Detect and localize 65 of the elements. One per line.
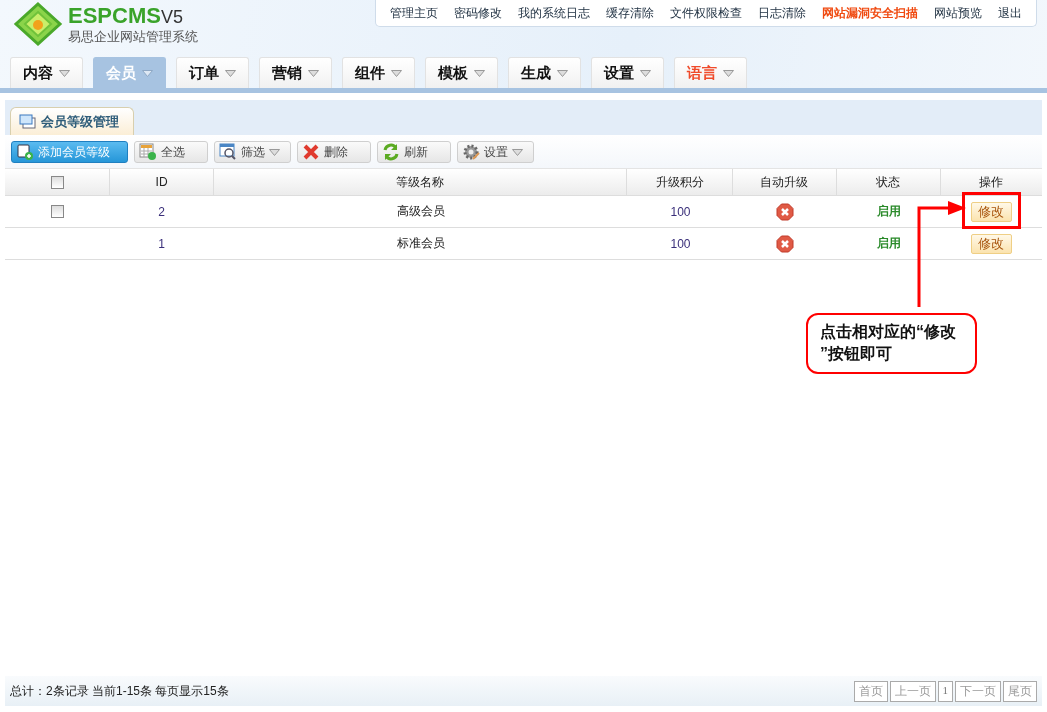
nav-tab[interactable]: 生成: [508, 57, 581, 88]
toolbar-button[interactable]: 筛选: [214, 141, 291, 163]
logo-subtitle: 易思企业网站管理系统: [68, 28, 198, 45]
top-link[interactable]: 缓存清除: [598, 4, 662, 22]
column-header: 状态: [876, 173, 901, 191]
magnifier-window-icon: [219, 143, 237, 161]
refresh-icon: [382, 143, 400, 161]
column-header: 等级名称: [396, 173, 445, 191]
checkbox[interactable]: [51, 205, 64, 218]
caret-icon: [640, 69, 651, 77]
toolbar-button[interactable]: 删除: [297, 141, 371, 163]
caret-icon: [142, 69, 153, 77]
edit-button[interactable]: 修改: [970, 233, 1012, 254]
logo-brand: ESPCMS: [68, 3, 161, 28]
logo-version: V5: [160, 5, 183, 29]
table-cell: 1: [158, 236, 165, 251]
top-link[interactable]: 文件权限检查: [662, 4, 750, 22]
nav-tab[interactable]: 内容: [10, 57, 83, 88]
top-link[interactable]: 管理主页: [382, 4, 446, 22]
nav-tab[interactable]: 营销: [259, 57, 332, 88]
toolbar-button[interactable]: 全选: [134, 141, 208, 163]
callout-note: 点击相对应的“修改”按钮即可: [806, 313, 977, 374]
top-link[interactable]: 退出: [990, 4, 1030, 22]
caret-icon: [308, 69, 319, 77]
caret-icon: [269, 148, 280, 156]
caret-icon: [474, 69, 485, 77]
status-text: 启用: [876, 235, 901, 252]
cross-icon: [302, 143, 320, 161]
status-text: 启用: [876, 203, 901, 220]
toolbar-button[interactable]: 设置: [457, 141, 534, 163]
table-cell: 标准会员: [396, 235, 445, 252]
nav-tab[interactable]: 模板: [425, 57, 498, 88]
table-cell: 100: [670, 204, 691, 219]
highlight-rectangle: [962, 192, 1021, 229]
nav-tab[interactable]: 设置: [591, 57, 664, 88]
caret-icon: [59, 69, 70, 77]
toolbar-button[interactable]: 刷新: [377, 141, 451, 163]
nav-tab[interactable]: 组件: [342, 57, 415, 88]
caret-icon: [391, 69, 402, 77]
nav-tab[interactable]: 订单: [176, 57, 249, 88]
page-number[interactable]: 1: [937, 680, 953, 702]
grid-add-icon: [139, 143, 157, 161]
top-link[interactable]: 我的系统日志: [510, 4, 598, 22]
caret-icon: [225, 69, 236, 77]
table-cell: 高级会员: [396, 203, 445, 220]
top-link[interactable]: 日志清除: [750, 4, 814, 22]
column-header: 升级积分: [655, 173, 704, 191]
top-link[interactable]: 网站预览: [926, 4, 990, 22]
top-link[interactable]: 密码修改: [446, 4, 510, 22]
caret-icon: [723, 69, 734, 77]
table-cell: 100: [670, 236, 691, 251]
checkbox[interactable]: [50, 175, 64, 189]
table-cell: 2: [158, 204, 165, 219]
panel-tab[interactable]: 会员等级管理: [10, 107, 134, 135]
document-add-icon: [16, 143, 34, 161]
edit-button[interactable]: 修改: [970, 201, 1012, 222]
gear-icon: [462, 143, 480, 161]
caret-icon: [512, 148, 523, 156]
column-header: 自动升级: [760, 173, 809, 191]
column-header: 操作: [979, 173, 1004, 191]
column-header: ID: [155, 175, 168, 189]
caret-icon: [557, 69, 568, 77]
window-icon: [19, 114, 36, 129]
top-link[interactable]: 网站漏洞安全扫描: [814, 4, 926, 22]
record-summary: 总计：2条记录 当前1-15条 每页显示15条: [10, 682, 229, 700]
